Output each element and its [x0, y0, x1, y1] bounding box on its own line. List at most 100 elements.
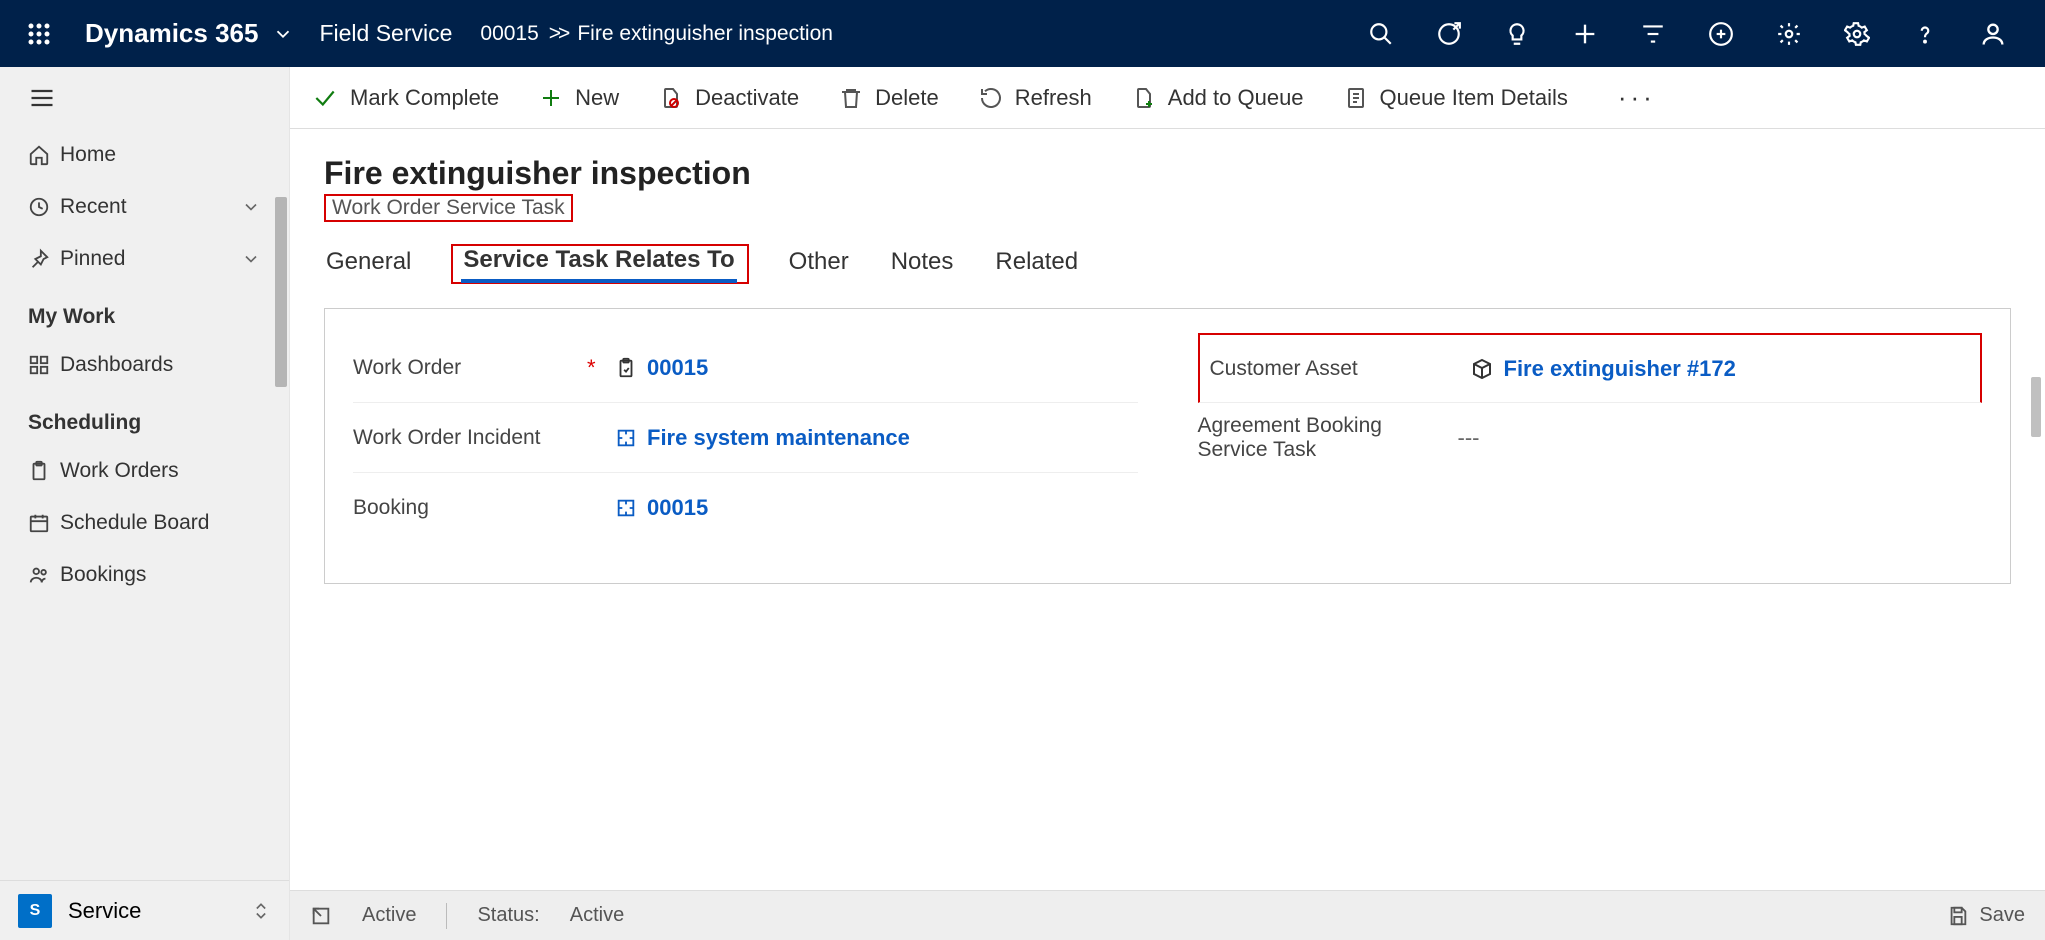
sidebar-scrollbar[interactable] — [275, 197, 287, 387]
status-state: Active — [362, 904, 416, 927]
cmd-refresh[interactable]: Refresh — [979, 85, 1092, 111]
cmd-new[interactable]: New — [539, 85, 619, 111]
plus-icon — [539, 86, 563, 110]
cmd-add-to-queue[interactable]: Add to Queue — [1132, 85, 1304, 111]
breadcrumb-current: Fire extinguisher inspection — [577, 22, 833, 46]
content-scrollbar[interactable] — [2031, 377, 2041, 437]
chevron-updown-icon — [251, 899, 271, 923]
app-launcher-icon[interactable] — [18, 13, 60, 55]
nav-group-mywork: My Work — [0, 285, 289, 339]
home-icon — [28, 144, 60, 166]
form-tabs: General Service Task Relates To Other No… — [290, 226, 2045, 284]
chevron-down-icon — [241, 197, 261, 217]
help-icon[interactable] — [1891, 0, 1959, 67]
nav-group-scheduling: Scheduling — [0, 391, 289, 445]
cmd-mark-complete[interactable]: Mark Complete — [312, 85, 499, 111]
area-picker[interactable]: S Service — [0, 880, 289, 940]
nav-pinned[interactable]: Pinned — [0, 233, 289, 285]
cmd-refresh-label: Refresh — [1015, 85, 1092, 111]
popout-icon[interactable] — [310, 905, 332, 927]
tab-service-task-relates-to[interactable]: Service Task Relates To — [461, 242, 736, 281]
nav-scheduleboard[interactable]: Schedule Board — [0, 497, 289, 549]
nav-pinned-label: Pinned — [60, 247, 241, 271]
tab-general[interactable]: General — [324, 244, 413, 284]
field-work-order[interactable]: Work Order * 00015 — [353, 333, 1138, 403]
deactivate-icon — [659, 86, 683, 110]
tab-notes[interactable]: Notes — [889, 244, 956, 284]
filter-icon[interactable] — [1619, 0, 1687, 67]
plus-icon[interactable] — [1551, 0, 1619, 67]
field-agreement-value: --- — [1458, 425, 1480, 451]
field-agreement-label: Agreement Booking Service Task — [1198, 414, 1458, 462]
field-booking-label: Booking — [353, 496, 583, 520]
cmd-delete[interactable]: Delete — [839, 85, 939, 111]
field-booking-value[interactable]: 00015 — [647, 495, 708, 521]
queue-add-icon — [1132, 86, 1156, 110]
field-agreement-booking[interactable]: Agreement Booking Service Task --- — [1198, 403, 1983, 473]
search-icon[interactable] — [1347, 0, 1415, 67]
cmd-add-to-queue-label: Add to Queue — [1168, 85, 1304, 111]
nav-dashboards-label: Dashboards — [60, 353, 261, 377]
nav-scheduleboard-label: Schedule Board — [60, 511, 261, 535]
chevron-down-icon[interactable] — [272, 23, 294, 45]
page-header: Fire extinguisher inspection Work Order … — [290, 129, 2045, 226]
nav-dashboards[interactable]: Dashboards — [0, 339, 289, 391]
people-icon — [28, 564, 60, 586]
form-panel: Work Order * 00015 Work Order Incident F… — [324, 308, 2011, 584]
save-icon — [1947, 905, 1969, 927]
cmd-queue-item-details-label: Queue Item Details — [1380, 85, 1568, 111]
nav-bookings-label: Bookings — [60, 563, 261, 587]
area-badge: S — [18, 894, 52, 928]
nav-bookings[interactable]: Bookings — [0, 549, 289, 601]
field-incident-value[interactable]: Fire system maintenance — [647, 425, 910, 451]
clipboard-icon — [615, 357, 637, 379]
tab-other[interactable]: Other — [787, 244, 851, 284]
status-bar: Active Status: Active Save — [290, 890, 2045, 940]
user-icon[interactable] — [1959, 0, 2027, 67]
nav-workorders-label: Work Orders — [60, 459, 261, 483]
chevron-down-icon — [241, 249, 261, 269]
form-column-right: Customer Asset Fire extinguisher #172 Ag… — [1198, 333, 1983, 543]
cmd-overflow-icon[interactable]: ··· — [1608, 82, 1666, 113]
nav-recent[interactable]: Recent — [0, 181, 289, 233]
field-work-order-value[interactable]: 00015 — [647, 355, 708, 381]
field-work-order-label: Work Order — [353, 356, 583, 380]
puzzle-icon — [615, 497, 637, 519]
clock-icon — [28, 196, 60, 218]
task-flow-icon[interactable] — [1415, 0, 1483, 67]
lightbulb-icon[interactable] — [1483, 0, 1551, 67]
tab-related[interactable]: Related — [993, 244, 1080, 284]
entity-subtitle: Work Order Service Task — [324, 194, 573, 222]
add-circle-icon[interactable] — [1687, 0, 1755, 67]
trash-icon — [839, 86, 863, 110]
page-title: Fire extinguisher inspection — [324, 155, 2011, 192]
cmd-new-label: New — [575, 85, 619, 111]
cmd-deactivate[interactable]: Deactivate — [659, 85, 799, 111]
check-icon — [312, 85, 338, 111]
area-label: Service — [68, 898, 251, 924]
cmd-deactivate-label: Deactivate — [695, 85, 799, 111]
nav-home-label: Home — [60, 143, 261, 167]
brand-label[interactable]: Dynamics 365 — [85, 18, 258, 49]
nav-recent-label: Recent — [60, 195, 241, 219]
refresh-icon — [979, 86, 1003, 110]
field-work-order-incident[interactable]: Work Order Incident Fire system maintena… — [353, 403, 1138, 473]
field-booking[interactable]: Booking 00015 — [353, 473, 1138, 543]
cmd-mark-complete-label: Mark Complete — [350, 85, 499, 111]
field-customer-asset[interactable]: Customer Asset Fire extinguisher #172 — [1198, 333, 1983, 403]
main-content: Mark Complete New Deactivate Delete Refr… — [290, 67, 2045, 940]
cmd-delete-label: Delete — [875, 85, 939, 111]
nav-home[interactable]: Home — [0, 129, 289, 181]
breadcrumb-id[interactable]: 00015 — [480, 22, 538, 46]
hamburger-icon[interactable] — [0, 67, 289, 129]
form-column-left: Work Order * 00015 Work Order Incident F… — [353, 333, 1138, 543]
field-asset-value[interactable]: Fire extinguisher #172 — [1504, 356, 1736, 382]
app-name[interactable]: Field Service — [319, 20, 452, 47]
save-button[interactable]: Save — [1947, 904, 2025, 927]
settings-icon[interactable] — [1755, 0, 1823, 67]
cmd-queue-item-details[interactable]: Queue Item Details — [1344, 85, 1568, 111]
required-indicator: * — [587, 355, 599, 381]
status-label: Status: — [477, 904, 539, 927]
nav-workorders[interactable]: Work Orders — [0, 445, 289, 497]
gear-icon[interactable] — [1823, 0, 1891, 67]
